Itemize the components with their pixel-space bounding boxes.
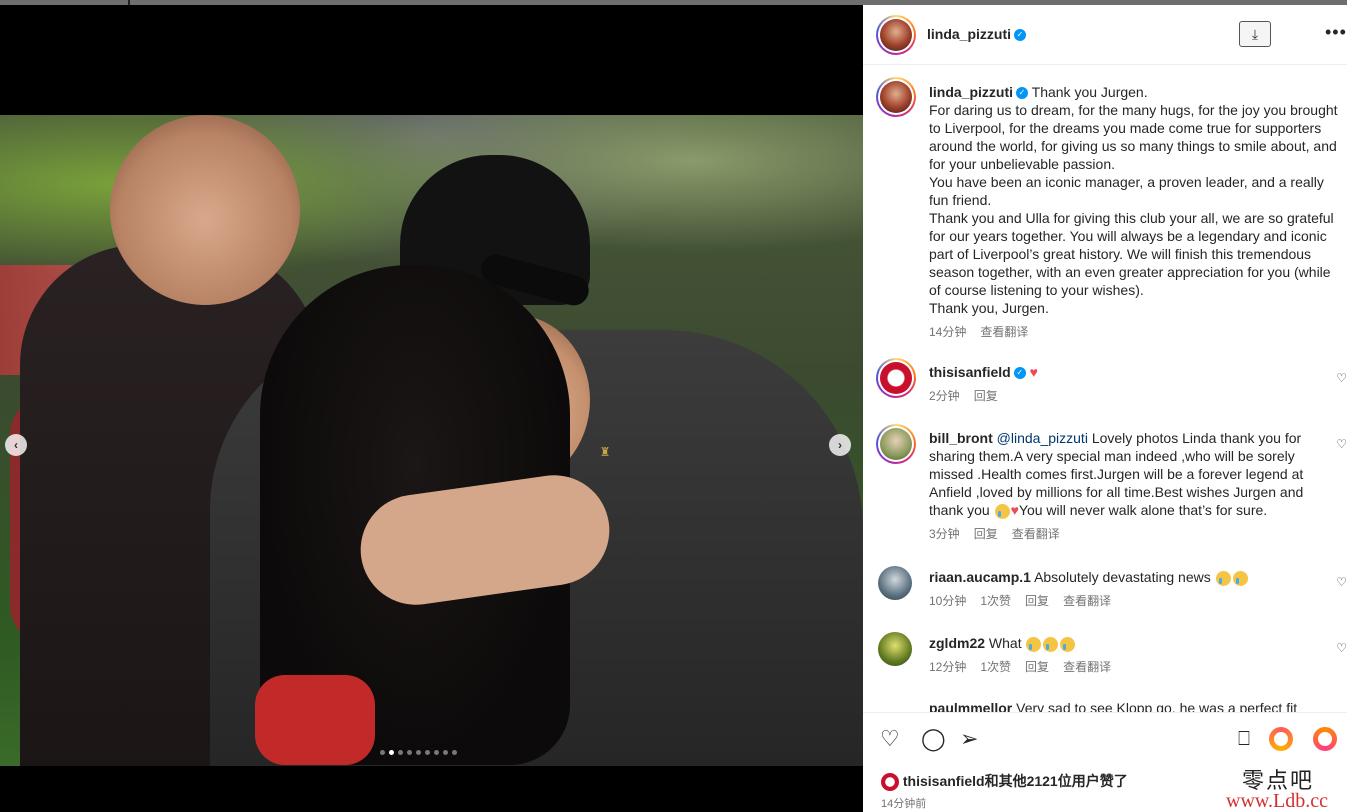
comment-text: Absolutely devastating news: [1034, 569, 1211, 585]
carousel-dot: [425, 750, 430, 755]
reply-link[interactable]: 回复: [974, 389, 998, 403]
reply-link[interactable]: 回复: [974, 527, 998, 541]
verified-badge-icon: ✓: [1013, 367, 1026, 380]
bookmark-icon[interactable]: ⎕: [1238, 728, 1250, 750]
mention-link[interactable]: @linda_pizzuti: [997, 430, 1088, 446]
likes-count-text: 和其他2121位用户赞了: [984, 773, 1128, 789]
watermark-url: www.Ldb.cc: [1226, 790, 1329, 812]
see-translation-link[interactable]: 查看翻译: [1063, 594, 1111, 608]
carousel-dot: [416, 750, 421, 755]
carousel-dot: [452, 750, 457, 755]
comment-item: riaan.aucamp.1 Absolutely devastating ne…: [929, 568, 1329, 610]
download-icon: ⤓: [1251, 25, 1259, 42]
comment-item: paulmmellor Very sad to see Klopp go, he…: [929, 699, 1329, 712]
carousel-dot: [398, 750, 403, 755]
likes-summary[interactable]: thisisanfield和其他2121位用户赞了: [881, 771, 1128, 792]
caption-line: For daring us to dream, for the many hug…: [929, 102, 1338, 172]
next-image-button[interactable]: ›: [829, 434, 851, 456]
comment-likes[interactable]: 1次赞: [980, 594, 1011, 608]
post-caption: linda_pizzuti ✓ Thank you Jurgen. For dar…: [929, 83, 1339, 341]
see-translation-link[interactable]: 查看翻译: [1012, 527, 1060, 541]
comment-username[interactable]: zgldm22: [929, 635, 985, 651]
verified-badge-icon: ✓: [1014, 29, 1026, 42]
verified-badge-icon: ✓: [1016, 87, 1028, 100]
post-side-panel: linda_pizzuti ✓ ⤓ ••• linda_pizzuti ✓ Than…: [863, 5, 1347, 812]
commenter-avatar[interactable]: [876, 424, 916, 464]
see-translation-link[interactable]: 查看翻译: [1063, 660, 1111, 674]
comment-text: Very sad to see Klopp go, he was a perfe…: [1016, 700, 1298, 712]
comment-likes[interactable]: 1次赞: [980, 660, 1011, 674]
carousel-indicators: [380, 750, 457, 755]
comment-username[interactable]: paulmmellor: [929, 700, 1012, 712]
site-watermark: 零点吧 www.Ldb.cc: [1220, 760, 1347, 812]
like-comment-heart-icon[interactable]: ♡: [1336, 575, 1347, 589]
carousel-dot-active: [389, 750, 394, 755]
liker-avatar: [881, 773, 899, 792]
post-photo: ♜: [0, 115, 863, 766]
comments-scroll[interactable]: linda_pizzuti ✓ Thank you Jurgen. For dar…: [863, 66, 1347, 712]
caption-line: Thank you, Jurgen.: [929, 300, 1049, 316]
comment-username[interactable]: bill_bront: [929, 430, 993, 446]
post-timestamp: 14分钟前: [881, 798, 927, 810]
chevron-left-icon: ‹: [14, 438, 18, 452]
commenter-avatar[interactable]: [876, 358, 916, 398]
carousel-dot: [380, 750, 385, 755]
crying-emoji: [994, 503, 1010, 519]
carousel-dot: [407, 750, 412, 755]
comment-item: bill_bront @linda_pizzuti Lovely photos …: [929, 429, 1329, 543]
author-avatar[interactable]: [876, 15, 916, 55]
comment-text: What: [988, 635, 1022, 651]
carousel-dot: [434, 750, 439, 755]
comment-text: You will never walk alone that’s for sur…: [1018, 502, 1268, 518]
crying-emoji: [1232, 570, 1248, 586]
caption-username[interactable]: linda_pizzuti: [929, 84, 1013, 100]
caption-time: 14分钟: [929, 325, 967, 339]
comment-time: 10分钟: [929, 594, 967, 608]
reply-link[interactable]: 回复: [1025, 660, 1049, 674]
like-heart-icon[interactable]: ♡: [880, 728, 900, 750]
download-button[interactable]: ⤓: [1239, 21, 1271, 47]
post-media: ♜ ‹ ›: [0, 5, 863, 812]
crying-emoji: [1215, 570, 1231, 586]
red-heart-emoji: ♥: [1010, 502, 1019, 518]
author-username[interactable]: linda_pizzuti ✓: [927, 26, 1026, 42]
red-heart-emoji: ♥: [1029, 364, 1038, 380]
comment-item: thisisanfield ✓ ♥ 2分钟 回复: [929, 363, 1329, 405]
share-send-icon[interactable]: ➢: [960, 728, 978, 750]
comment-username[interactable]: thisisanfield: [929, 364, 1011, 380]
post-header: linda_pizzuti ✓ ⤓ •••: [863, 5, 1347, 65]
caption-avatar[interactable]: [876, 77, 916, 117]
extension-icon[interactable]: [1269, 727, 1293, 751]
comment-username[interactable]: riaan.aucamp.1: [929, 569, 1031, 585]
reply-link[interactable]: 回复: [1025, 594, 1049, 608]
commenter-avatar[interactable]: [878, 566, 912, 600]
crying-emoji: [1043, 636, 1059, 652]
comment-item: zgldm22 What 12分钟 1次赞 回复 查看翻译: [929, 634, 1329, 676]
caption-line: You have been an iconic manager, a prove…: [929, 174, 1324, 208]
previous-image-button[interactable]: ‹: [5, 434, 27, 456]
like-comment-heart-icon[interactable]: ♡: [1336, 641, 1347, 655]
comment-time: 2分钟: [929, 389, 960, 403]
caption-line: Thank you Jurgen.: [1031, 84, 1148, 100]
like-comment-heart-icon[interactable]: ♡: [1336, 371, 1347, 385]
crying-emoji: [1026, 636, 1042, 652]
crying-emoji: [1060, 636, 1076, 652]
more-options-icon[interactable]: •••: [1325, 23, 1347, 41]
club-crest: ♜: [599, 445, 611, 459]
see-translation-link[interactable]: 查看翻译: [980, 325, 1028, 339]
comment-time: 12分钟: [929, 660, 967, 674]
like-comment-heart-icon[interactable]: ♡: [1336, 437, 1347, 451]
carousel-dot: [443, 750, 448, 755]
liker-username[interactable]: thisisanfield: [903, 773, 985, 789]
chevron-right-icon: ›: [838, 438, 842, 452]
caption-line: Thank you and Ulla for giving this club …: [929, 210, 1334, 298]
commenter-avatar[interactable]: [878, 632, 912, 666]
comment-bubble-icon[interactable]: ◯: [921, 728, 946, 750]
comment-time: 3分钟: [929, 527, 960, 541]
extension-icon[interactable]: [1313, 727, 1337, 751]
